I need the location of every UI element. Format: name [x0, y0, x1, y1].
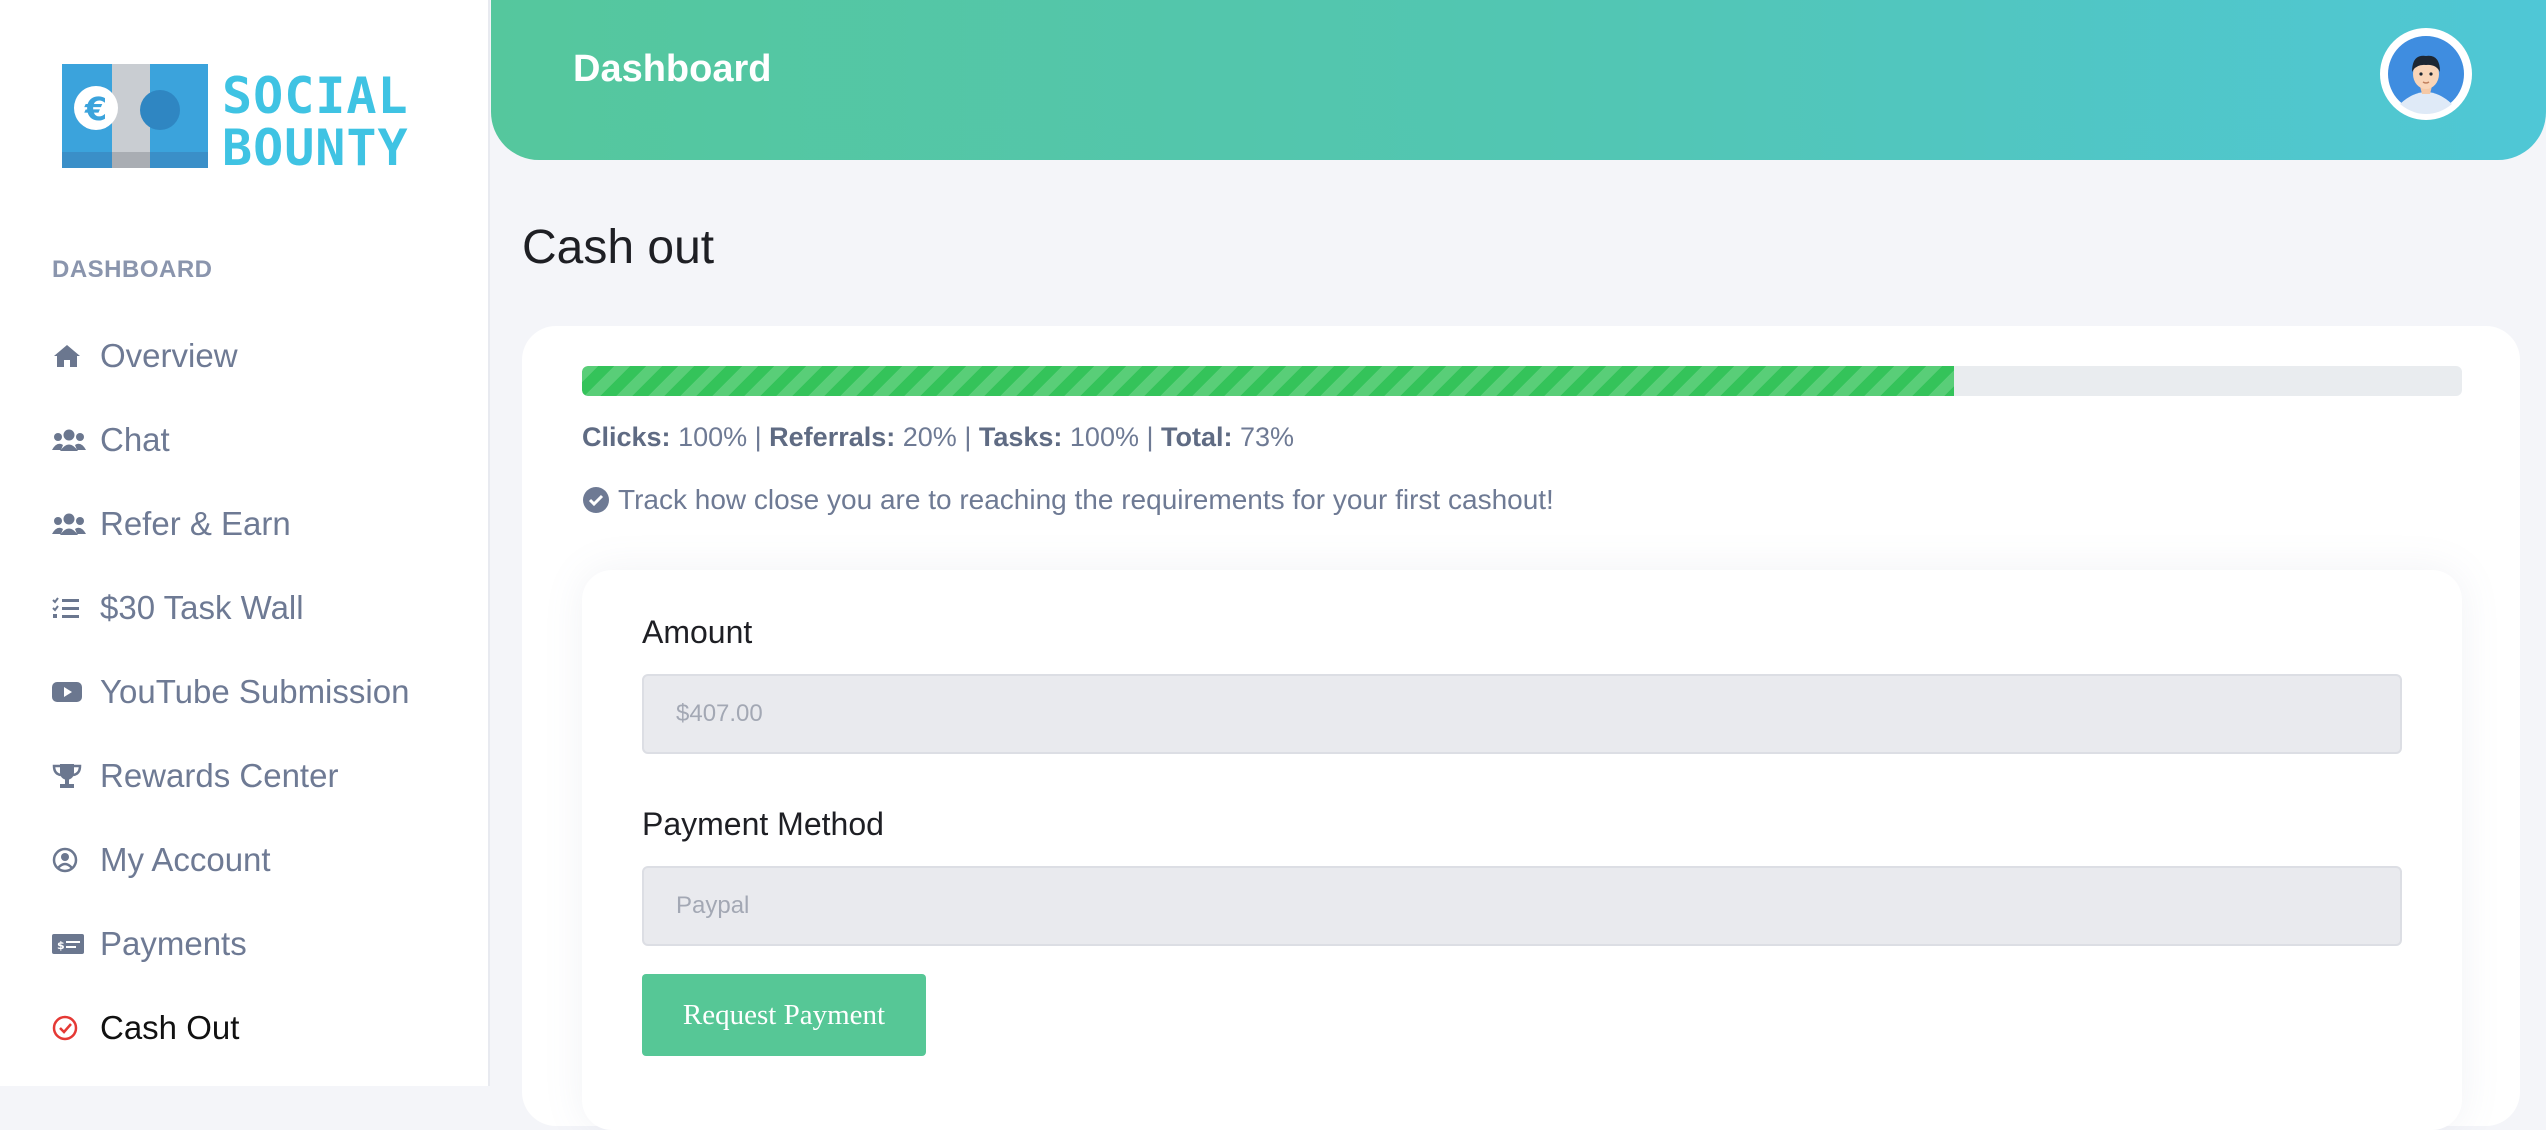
svg-text:$: $ — [57, 939, 65, 952]
stats-separator: | — [964, 422, 972, 452]
brand-line-2: BOUNTY — [222, 119, 409, 177]
progress-fill — [582, 366, 1955, 396]
amount-label: Amount — [642, 614, 753, 650]
user-avatar[interactable] — [2380, 28, 2472, 120]
sidebar-item-label: Rewards Center — [100, 757, 339, 794]
clicks-value: 100% — [678, 422, 748, 452]
payment-form: Amount $407.00 Payment Method Paypal Req… — [582, 570, 2462, 1130]
header-title: Dashboard — [573, 48, 772, 90]
referrals-value: 20% — [902, 422, 957, 452]
money-check-icon: $ — [52, 928, 92, 960]
sidebar-item-my-account[interactable]: My Account — [52, 830, 472, 890]
home-icon — [52, 340, 92, 372]
total-label: Total: — [1161, 422, 1233, 452]
social-bounty-logo[interactable]: € SOCIAL BOUNTY — [62, 64, 432, 174]
brand-line-1: SOCIAL — [222, 67, 409, 125]
check-circle-icon — [52, 1012, 92, 1044]
stats-separator: | — [754, 422, 762, 452]
sidebar-item-label: Refer & Earn — [100, 505, 291, 542]
sidebar: € SOCIAL BOUNTY DASHBOARD Overview Chat … — [0, 0, 490, 1086]
user-circle-icon — [52, 844, 92, 876]
cashout-card: Clicks: 100% | Referrals: 20% | Tasks: 1… — [522, 326, 2520, 1130]
sidebar-item-label: Chat — [100, 421, 170, 458]
users-icon — [52, 424, 92, 456]
youtube-icon — [52, 676, 92, 708]
sidebar-item-refer-earn[interactable]: Refer & Earn — [52, 494, 472, 554]
page-title: Cash out — [522, 221, 715, 274]
sidebar-item-label: Payments — [100, 925, 247, 962]
sidebar-item-chat[interactable]: Chat — [52, 410, 472, 470]
trophy-icon — [52, 760, 92, 792]
payment-method-label: Payment Method — [642, 806, 884, 842]
top-header: Dashboard — [491, 0, 2546, 160]
tasks-value: 100% — [1069, 422, 1139, 452]
track-text: Track how close you are to reaching the … — [618, 484, 1554, 515]
sidebar-item-label: Cash Out — [100, 1009, 240, 1046]
sidebar-item-label: My Account — [100, 841, 271, 878]
svg-text:€: € — [84, 90, 107, 128]
referrals-label: Referrals: — [769, 422, 896, 452]
check-circle-icon — [583, 487, 609, 513]
stats-separator: | — [1146, 422, 1154, 452]
sidebar-section-label: DASHBOARD — [52, 256, 213, 283]
payment-method-input[interactable]: Paypal — [642, 866, 2402, 946]
tasks-label: Tasks: — [978, 422, 1063, 452]
total-value: 73% — [1240, 422, 1295, 452]
clicks-label: Clicks: — [582, 422, 671, 452]
progress-stats: Clicks: 100% | Referrals: 20% | Tasks: 1… — [582, 422, 1294, 453]
sidebar-item-task-wall[interactable]: $30 Task Wall — [52, 578, 472, 638]
sidebar-item-label: Overview — [100, 337, 238, 374]
sidebar-item-label: YouTube Submission — [100, 673, 410, 710]
track-progress-note: Track how close you are to reaching the … — [582, 484, 1554, 516]
amount-input[interactable]: $407.00 — [642, 674, 2402, 754]
tasks-list-icon — [52, 592, 92, 624]
sidebar-item-youtube-submission[interactable]: YouTube Submission — [52, 662, 472, 722]
sidebar-item-payments[interactable]: $ Payments — [52, 914, 472, 974]
users-icon — [52, 508, 92, 540]
request-payment-button[interactable]: Request Payment — [642, 974, 926, 1056]
brand-name: SOCIAL BOUNTY — [222, 70, 409, 174]
sidebar-item-cash-out[interactable]: Cash Out — [52, 998, 472, 1058]
sidebar-item-label: $30 Task Wall — [100, 589, 304, 626]
sidebar-item-overview[interactable]: Overview — [52, 326, 472, 386]
cash-logo-icon: € — [62, 64, 208, 168]
avatar-icon — [2388, 36, 2464, 114]
cashout-progress-bar — [582, 366, 2462, 396]
sidebar-item-rewards-center[interactable]: Rewards Center — [52, 746, 472, 806]
